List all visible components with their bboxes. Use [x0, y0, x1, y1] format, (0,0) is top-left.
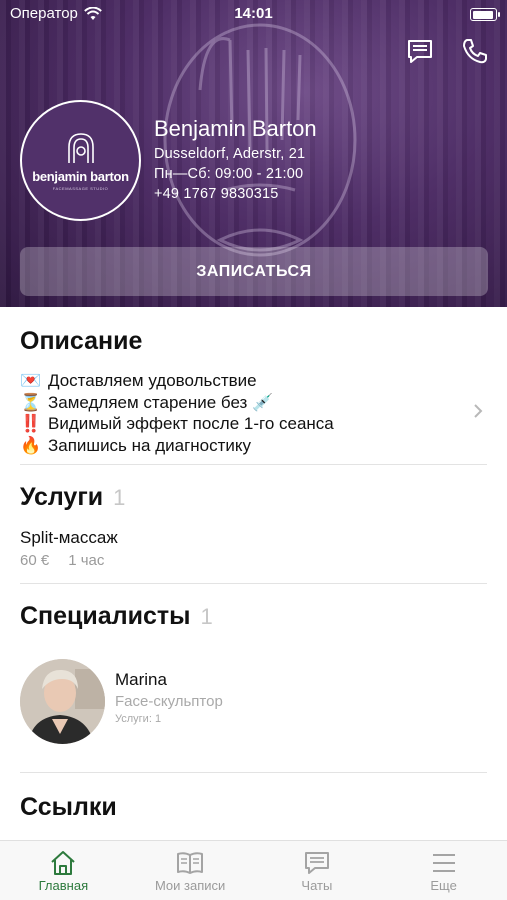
tab-home[interactable]: Главная [0, 841, 127, 900]
services-title: Услуги 1 [20, 483, 126, 511]
battery-icon [470, 8, 500, 21]
specialist-services-count: Услуги: 1 [115, 713, 162, 725]
specialists-title: Специалисты 1 [20, 602, 213, 630]
links-title: Ссылки [20, 793, 117, 821]
tab-label: Чаты [301, 878, 333, 893]
business-hours: Пн—Сб: 09:00 - 21:00 [154, 166, 304, 182]
description-line: 💌 Доставляем удовольствие [20, 371, 257, 390]
description-text[interactable]: 💌 Доставляем удовольствие ⏳ Замедляем стар… [20, 370, 334, 456]
phone-icon[interactable] [460, 36, 490, 66]
tab-more[interactable]: Еще [380, 841, 507, 900]
love-letter-icon: 💌 [20, 371, 42, 390]
book-button[interactable]: ЗАПИСАТЬСЯ [20, 247, 488, 296]
hourglass-icon: ⏳ [20, 392, 42, 412]
status-time: 14:01 [234, 5, 273, 22]
specialist-avatar[interactable] [20, 659, 105, 744]
book-icon [177, 852, 204, 874]
tab-label: Главная [38, 878, 89, 893]
specialist-name[interactable]: Marina [115, 670, 167, 690]
specialist-role: Face-скульптор [115, 693, 223, 710]
service-price: 60 € [20, 552, 50, 569]
menu-icon [432, 854, 455, 872]
fire-icon: 🔥 [20, 435, 42, 455]
double-exclamation-icon: ‼️ [20, 414, 42, 433]
specialists-count: 1 [200, 604, 213, 629]
status-bar: Оператор 14:01 [0, 0, 507, 30]
business-name: Benjamin Barton [154, 116, 317, 141]
home-icon [51, 851, 76, 875]
tab-label: Еще [430, 878, 457, 893]
avatar-photo [20, 659, 105, 744]
tab-label: Мои записи [154, 878, 226, 893]
divider [20, 583, 487, 584]
divider [20, 772, 487, 773]
tab-my-bookings[interactable]: Мои записи [127, 841, 254, 900]
divider [20, 464, 487, 465]
business-logo: benjamin barton FACEMASSAGE STUDIO [20, 100, 141, 221]
service-name[interactable]: Split-массаж [20, 528, 118, 548]
chat-icon[interactable] [405, 36, 435, 66]
chevron-right-icon[interactable] [473, 403, 483, 419]
service-meta: 60 € 1 час [20, 552, 104, 569]
description-line: 🔥 Запишись на диагностику [20, 435, 252, 455]
main-content: Описание 💌 Доставляем удовольствие ⏳ Замед… [0, 307, 507, 840]
tab-bar: Главная Мои записи Чаты Еще [0, 840, 507, 900]
chat-icon [304, 852, 329, 874]
logo-mark-icon [67, 132, 94, 163]
description-title: Описание [20, 327, 143, 355]
logo-name: benjamin barton [32, 168, 129, 184]
description-line: ‼️ Видимый эффект после 1-го сеанса [20, 414, 334, 433]
services-count: 1 [113, 485, 126, 510]
business-address[interactable]: Dusseldorf, Aderstr, 21 [154, 146, 305, 162]
hero-header: Оператор 14:01 benjamin barton FACEMASSA… [0, 0, 507, 307]
business-phone[interactable]: +49 1767 9830315 [154, 186, 279, 202]
tab-chats[interactable]: Чаты [254, 841, 381, 900]
service-duration: 1 час [68, 552, 105, 569]
logo-subtitle: FACEMASSAGE STUDIO [52, 185, 109, 191]
description-line: ⏳ Замедляем старение без 💉 [20, 392, 274, 412]
